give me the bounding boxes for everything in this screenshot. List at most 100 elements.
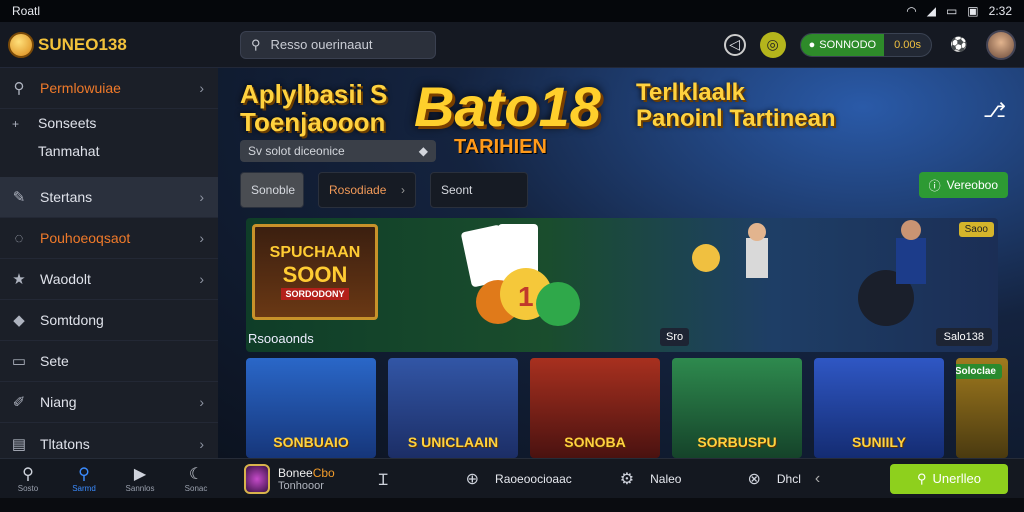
status-icons: ◠ ◢ ▭ ▣ 2:32 — [906, 4, 1012, 18]
chevron-right-icon: › — [401, 183, 405, 197]
hero-tagline: TARIHIEN — [454, 136, 547, 158]
sidebar-item-5[interactable]: ★ Waodolt › — [0, 259, 218, 300]
hero-search-input[interactable]: Sv solot diceonice ◆ — [240, 140, 436, 162]
promo-thumbnail — [244, 463, 270, 494]
search-icon: ⚲ — [22, 466, 34, 483]
nav-item-0[interactable]: ⚲ Sosto — [0, 464, 56, 493]
game-grid: SONBUAIO S UNICLAAIN SONOBA SORBUSPU SUN… — [246, 358, 1008, 458]
promo-item[interactable]: BoneeCbo Tonhooor — [244, 463, 335, 494]
search-icon: ⚲ — [251, 36, 261, 52]
banner-label: Rsooaonds — [248, 331, 314, 346]
status-badge: Salo138 — [935, 328, 992, 346]
game-tile-1[interactable]: S UNICLAAIN — [388, 358, 518, 458]
share-icon[interactable]: ⎇ — [983, 98, 1006, 123]
chevron-right-icon: › — [199, 80, 204, 96]
sidebar-item-0[interactable]: ⚲ Permlowuiae › — [0, 68, 218, 109]
chevron-left-icon[interactable]: ‹ — [815, 470, 820, 488]
header-actions: ◁ ◎ ● SONNODO 0.00s ⚽ — [723, 29, 1016, 60]
nav-item-2[interactable]: ▶ Sannlos — [112, 464, 168, 493]
banner-tile-slot[interactable]: SPUCHAAN SOON SORDODONY — [252, 224, 378, 320]
nav-item-3[interactable]: ☾ Sonac — [168, 464, 224, 493]
shield-icon[interactable]: ◁ — [723, 33, 746, 56]
soccer-ball-icon[interactable]: ⚽ — [946, 32, 972, 58]
pencil-icon: ✐ — [12, 394, 26, 411]
app-root: Roatl ◠ ◢ ▭ ▣ 2:32 SUNEO138 ⚲ Resso ouer… — [0, 0, 1024, 512]
avatar[interactable] — [986, 29, 1016, 60]
close-icon[interactable]: ⊗ — [747, 469, 760, 489]
battery-icon: ▭ — [945, 4, 958, 18]
screen-icon: ▣ — [967, 4, 979, 18]
sidebar-subitem-2[interactable]: Tanmahat — [0, 137, 218, 165]
status-badge: Sro — [660, 328, 690, 346]
signal-icon: ◢ — [926, 4, 936, 18]
moon-icon: ☾ — [188, 466, 204, 483]
chevron-right-icon: › — [199, 189, 204, 205]
system-bar — [0, 498, 1024, 512]
nav-item-1[interactable]: ⚲ Sarmd — [56, 464, 112, 493]
bottom-item-2[interactable]: Dhcl — [777, 472, 801, 486]
monitor-icon: ▭ — [11, 353, 27, 370]
game-tile-0[interactable]: SONBUAIO — [246, 358, 376, 458]
hero-right-title: Terlklaalk Panoinl Tartinean — [636, 79, 836, 132]
clock-label: 2:32 — [988, 4, 1012, 18]
search-icon: ⚲ — [78, 466, 90, 483]
chevron-right-icon: › — [199, 230, 204, 246]
game-tile-3[interactable]: SORBUSPU — [672, 358, 802, 458]
chevron-right-icon: › — [199, 394, 204, 410]
cards-illustration: 1 — [461, 224, 580, 326]
coin-icon[interactable]: ◎ — [759, 31, 786, 58]
tag-icon: ◆ — [418, 144, 428, 158]
promo-banner[interactable]: SPUCHAAN SOON SORDODONY 1 Saoo Sro Salo1… — [246, 218, 998, 352]
search-icon: ⚲ — [13, 80, 25, 97]
site-logo[interactable]: SUNEO138 — [8, 31, 228, 58]
chevron-right-icon: › — [199, 435, 204, 452]
game-tile-4[interactable]: SUNIILY — [814, 358, 944, 458]
category-tabs: Sonoble Rosodiade › Seont — [240, 172, 528, 208]
coin-small-icon: ● — [808, 38, 816, 51]
sidebar-item-7[interactable]: ▭ Sete — [0, 341, 218, 382]
star-icon: ★ — [12, 271, 26, 288]
sidebar-item-3[interactable]: ✎ Stertans › — [0, 177, 218, 218]
wallet-amount: 0.00s — [894, 38, 921, 51]
main-hero: Aplylbasii S Toenjaooon Bato18 TARIHIEN … — [218, 68, 1024, 458]
search-icon: ⚲ — [917, 470, 927, 486]
plus-icon: + — [12, 117, 20, 131]
sidebar-item-4[interactable]: ◌ Pouhoeoqsaot › — [0, 218, 218, 259]
search-input[interactable]: ⚲ Resso ouerinaaut — [240, 30, 436, 59]
sidebar-item-8[interactable]: ✐ Niang › — [0, 382, 218, 423]
logo-icon — [8, 31, 34, 58]
sidebar-item-6[interactable]: ◆ Somtdong — [0, 300, 218, 341]
tag-icon: ◆ — [13, 312, 25, 329]
search-placeholder: Resso ouerinaaut — [270, 37, 373, 52]
game-tile-5[interactable]: Soloclae — [956, 358, 1008, 458]
gear-icon[interactable]: ⚙ — [620, 469, 634, 489]
tab-2[interactable]: Seont — [430, 172, 528, 208]
bottom-item-0[interactable]: Raoeoocioaac — [495, 472, 572, 486]
game-tile-2[interactable]: SONOBA — [530, 358, 660, 458]
tool-icon[interactable]: Ɪ — [379, 468, 388, 490]
chevron-right-icon: › — [199, 271, 204, 287]
view-button[interactable]: ⓘ Vereoboo — [918, 172, 1008, 198]
info-icon: ⓘ — [928, 178, 941, 193]
wallet-widget[interactable]: ● SONNODO 0.00s — [799, 32, 932, 57]
edit-icon: ✎ — [12, 189, 26, 206]
svg-text:1: 1 — [518, 281, 534, 312]
sidebar: ⚲ Permlowuiae › + Sonseets Tanmahat ✎ St… — [0, 68, 218, 458]
carrier-label: Roatl — [12, 4, 41, 18]
hero-brand: Bato18 — [414, 75, 601, 138]
hero-title: Aplylbasii S Toenjaooon — [240, 79, 388, 137]
cta-button[interactable]: ⚲ Unerlleo — [890, 463, 1008, 494]
bottom-nav: ⚲ Sosto ⚲ Sarmd ▶ Sannlos ☾ Sonac BoneeC… — [0, 458, 1024, 498]
tab-0[interactable]: Sonoble — [240, 172, 304, 208]
chat-icon: ◌ — [14, 229, 24, 247]
status-badge: Saoo — [958, 222, 994, 237]
chip-icon[interactable]: ⊕ — [466, 469, 479, 489]
ticket-icon: ▤ — [11, 435, 27, 453]
status-badge: Soloclae — [956, 364, 1002, 379]
video-icon: ▶ — [133, 466, 147, 483]
bottom-item-1[interactable]: Naleo — [650, 472, 681, 486]
top-header: SUNEO138 ⚲ Resso ouerinaaut ◁ ◎ ● SONNOD… — [0, 22, 1024, 68]
sidebar-subitem-1[interactable]: + Sonseets — [0, 109, 218, 137]
status-bar: Roatl ◠ ◢ ▭ ▣ 2:32 — [0, 0, 1024, 22]
tab-1[interactable]: Rosodiade › — [318, 172, 416, 208]
